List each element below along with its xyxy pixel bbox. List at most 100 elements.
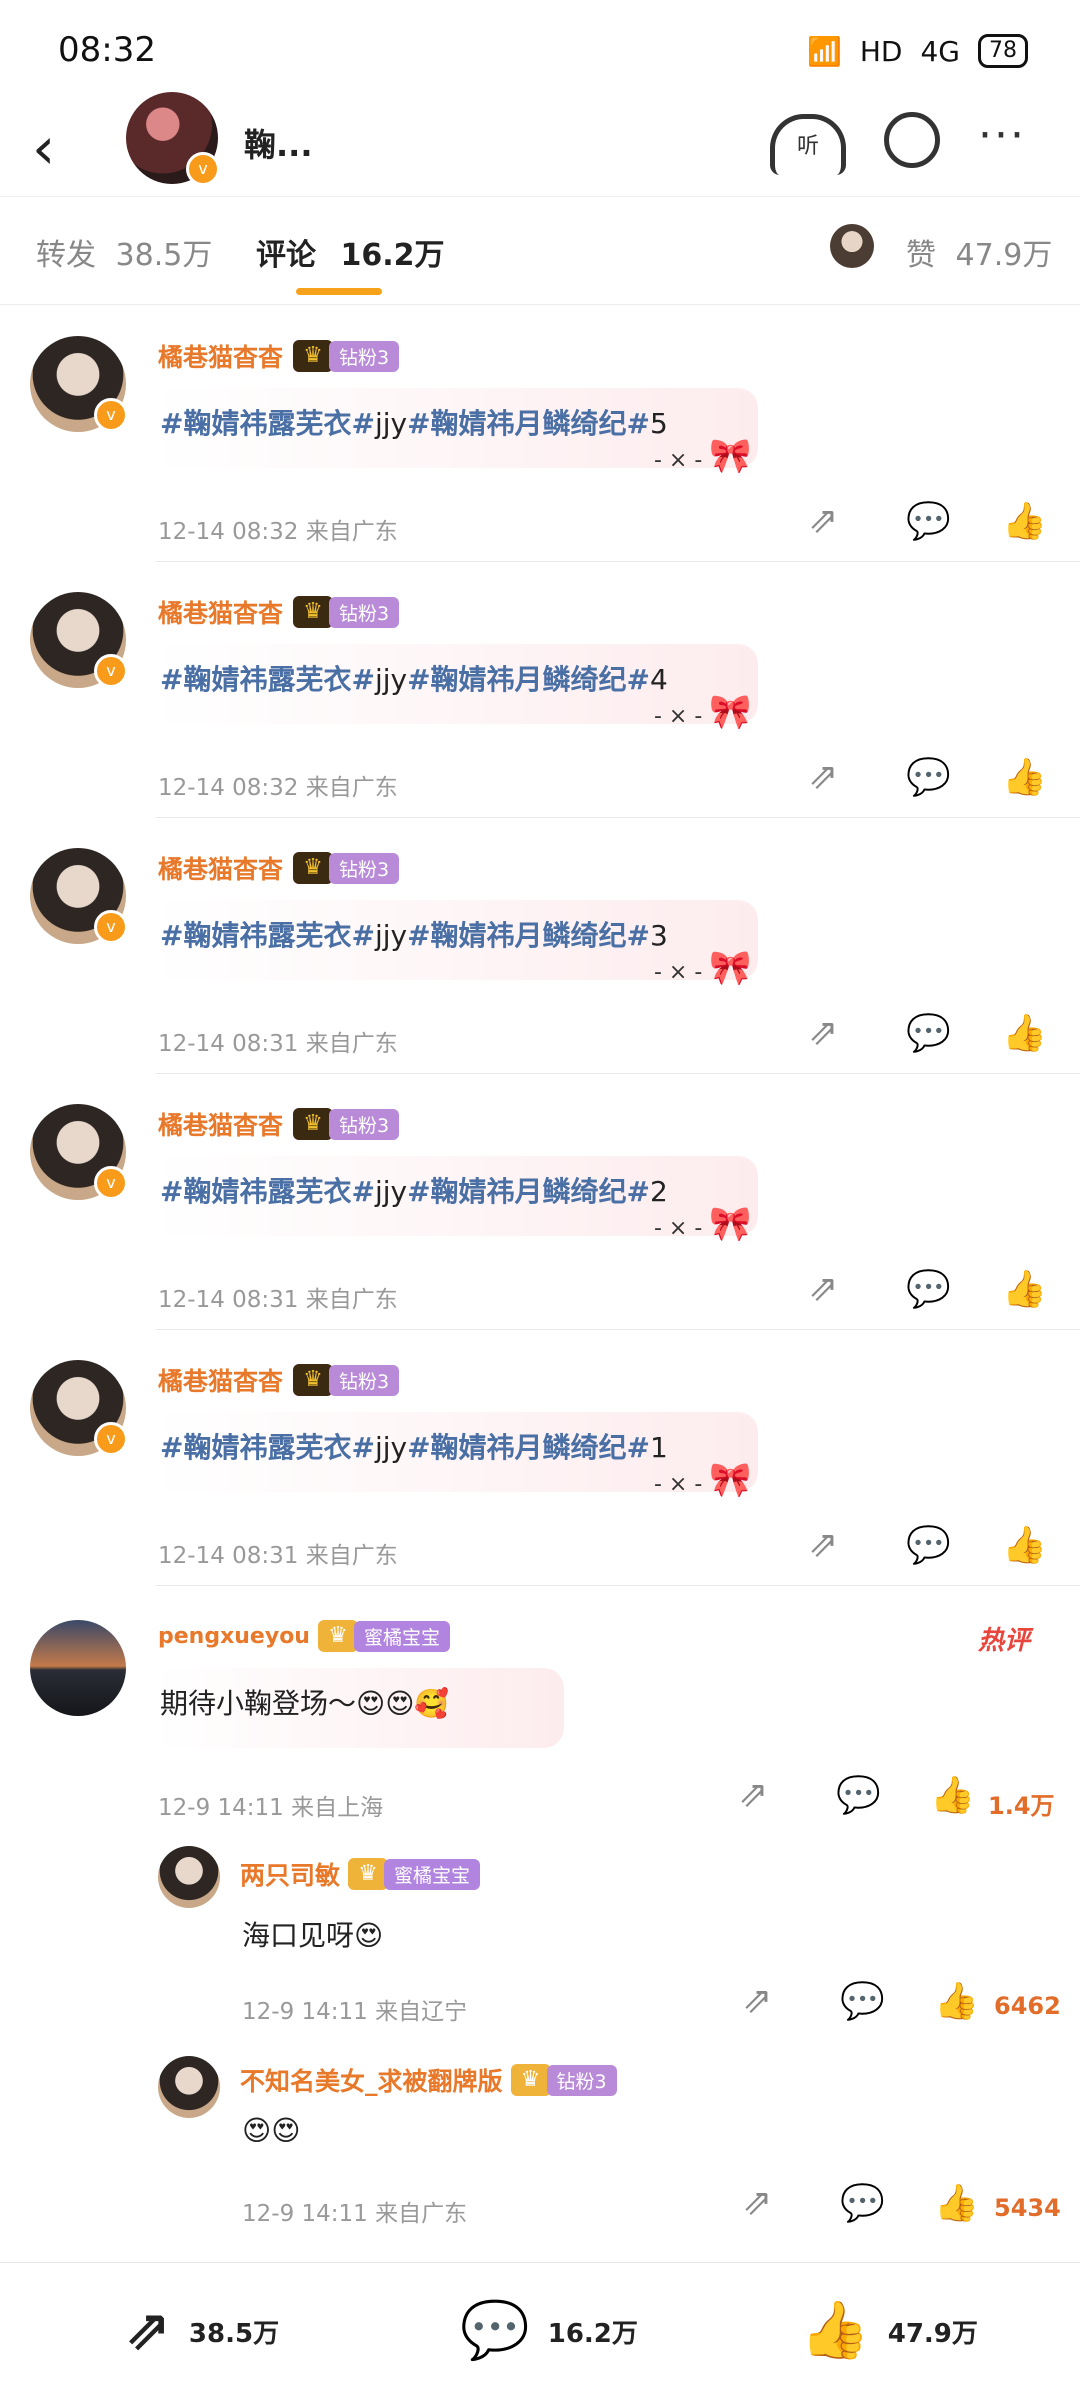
topic-link[interactable]: #鞠婧祎月鳞绮纪#	[407, 1431, 650, 1464]
tab-likes[interactable]: 赞 47.9万	[906, 230, 1052, 274]
reply-icon[interactable]: 💬	[906, 1524, 951, 1566]
reply-icon[interactable]: 💬	[836, 1774, 881, 1816]
reply-icon[interactable]: 💬	[906, 500, 951, 542]
commenter-name[interactable]: 橘巷猫杳杳	[158, 338, 283, 374]
topic-link[interactable]: #鞠婧祎月鳞绮纪#	[407, 919, 650, 952]
repost-icon[interactable]: ⇗	[808, 1268, 838, 1309]
detail-tabs: 转发 38.5万 评论 16.2万 赞 47.9万	[0, 200, 1080, 305]
like-button[interactable]: 👍 47.9万	[800, 2303, 978, 2359]
tab-repost-count: 38.5万	[115, 238, 213, 273]
replier-avatar[interactable]	[158, 2056, 220, 2118]
fan-badge: ♛ 钻粉3	[510, 2064, 617, 2096]
like-count: 6462	[994, 1992, 1061, 2020]
replier-name[interactable]: 不知名美女_求被翻牌版	[240, 2062, 503, 2098]
repost-button[interactable]: ⇗ 38.5万	[124, 2303, 279, 2359]
topic-link[interactable]: #鞠婧祎露芜衣#	[160, 1175, 375, 1208]
tab-repost[interactable]: 转发 38.5万	[36, 230, 212, 274]
like-icon[interactable]: 👍	[1002, 1524, 1047, 1566]
topic-link[interactable]: #鞠婧祎露芜衣#	[160, 663, 375, 696]
fan-badge: ♛ 钻粉3	[293, 1108, 400, 1140]
status-icons: 📶 HD 4G 78	[807, 34, 1028, 68]
hot-comment: pengxueyou ♛ 蜜橘宝宝 热评 期待小鞠登场～😍😍🥰 12-9 14:…	[0, 1590, 1080, 1830]
commenter-avatar[interactable]	[30, 1620, 126, 1716]
tab-comments[interactable]: 评论 16.2万	[256, 230, 444, 274]
fan-badge-label: 钻粉3	[329, 1108, 400, 1140]
topic-link[interactable]: #鞠婧祎月鳞绮纪#	[407, 407, 650, 440]
commenter-name[interactable]: 橘巷猫杳杳	[158, 1106, 283, 1142]
like-icon[interactable]: 👍	[934, 1980, 979, 2022]
like-icon[interactable]: 👍	[934, 2182, 979, 2224]
commenter-name[interactable]: pengxueyou	[158, 1624, 310, 1649]
search-icon[interactable]	[884, 112, 940, 168]
commenter-name[interactable]: 橘巷猫杳杳	[158, 1362, 283, 1398]
replier-avatar[interactable]	[158, 1846, 220, 1908]
repost-icon[interactable]: ⇗	[808, 1524, 838, 1565]
crown-icon: ♛	[293, 1364, 334, 1396]
comment-meta: 12-14 08:31 来自广东	[158, 1287, 398, 1313]
like-icon[interactable]: 👍	[1002, 1268, 1047, 1310]
fan-badge-label: 钻粉3	[329, 596, 400, 628]
like-icon[interactable]: 👍	[1002, 756, 1047, 798]
reply-icon[interactable]: 💬	[906, 1268, 951, 1310]
commenter-name[interactable]: 橘巷猫杳杳	[158, 850, 283, 886]
topic-link[interactable]: #鞠婧祎露芜衣#	[160, 1431, 375, 1464]
comment-item: v 橘巷猫杳杳 ♛ 钻粉3 #鞠婧祎露芜衣#jjy#鞠婧祎月鳞绮纪#4 - × …	[0, 562, 1080, 818]
comment-button[interactable]: 💬 16.2万	[460, 2303, 638, 2359]
like-icon[interactable]: 👍	[930, 1774, 975, 1816]
comment-header: 橘巷猫杳杳 ♛ 钻粉3	[158, 594, 400, 630]
reply-icon[interactable]: 💬	[840, 1980, 885, 2022]
comment-meta: 12-14 08:32 来自广东	[158, 775, 398, 801]
comment-divider	[156, 1585, 1080, 1586]
comment-item: v 橘巷猫杳杳 ♛ 钻粉3 #鞠婧祎露芜衣#jjy#鞠婧祎月鳞绮纪#1 - × …	[0, 1330, 1080, 1586]
reply-text: 😍😍	[242, 2114, 301, 2147]
fan-badge: ♛ 钻粉3	[293, 1364, 400, 1396]
listen-icon[interactable]: 听	[770, 114, 846, 175]
repost-icon[interactable]: ⇗	[742, 2182, 772, 2223]
bubble-decoration: - × - 🎀	[654, 692, 752, 732]
repost-icon[interactable]: ⇗	[808, 500, 838, 541]
topic-link[interactable]: #鞠婧祎露芜衣#	[160, 407, 375, 440]
verified-icon: v	[186, 152, 220, 186]
fan-badge-label: 钻粉3	[329, 852, 400, 884]
comment-icon: 💬	[460, 2298, 530, 2363]
comment-meta: 12-14 08:31 来自广东	[158, 1543, 398, 1569]
bottom-action-bar: ⇗ 38.5万 💬 16.2万 👍 47.9万	[0, 2262, 1080, 2401]
reply-icon[interactable]: 💬	[906, 756, 951, 798]
reply-icon[interactable]: 💬	[840, 2182, 885, 2224]
repost-icon[interactable]: ⇗	[808, 756, 838, 797]
repost-icon[interactable]: ⇗	[738, 1774, 768, 1815]
bubble-decoration: - × - 🎀	[654, 436, 752, 476]
comment-header: 橘巷猫杳杳 ♛ 钻粉3	[158, 1362, 400, 1398]
repost-icon[interactable]: ⇗	[808, 1012, 838, 1053]
comment-meta: 12-14 08:31 来自广东	[158, 1031, 398, 1057]
battery-icon: 78	[978, 34, 1028, 68]
comment-item: v 橘巷猫杳杳 ♛ 钻粉3 #鞠婧祎露芜衣#jjy#鞠婧祎月鳞绮纪#5 - × …	[0, 306, 1080, 562]
like-icon[interactable]: 👍	[1002, 1012, 1047, 1054]
reply-icon[interactable]: 💬	[906, 1012, 951, 1054]
page-title: 鞠...	[244, 126, 313, 164]
bubble-decoration: - × - 🎀	[654, 948, 752, 988]
reply-meta: 12-9 14:11 来自辽宁	[242, 1999, 468, 2025]
crown-icon: ♛	[293, 1108, 334, 1140]
fan-badge-label: 蜜橘宝宝	[384, 1858, 481, 1890]
tab-likes-label: 赞	[906, 238, 936, 273]
reply-header: 两只司敏 ♛ 蜜橘宝宝	[240, 1856, 481, 1892]
wifi-icon: 📶	[806, 34, 842, 68]
comment-header: 橘巷猫杳杳 ♛ 钻粉3	[158, 338, 400, 374]
comment-header: pengxueyou ♛ 蜜橘宝宝	[158, 1620, 450, 1652]
fan-badge: ♛ 蜜橘宝宝	[317, 1620, 450, 1652]
topic-link[interactable]: #鞠婧祎露芜衣#	[160, 919, 375, 952]
share-icon: ⇗	[124, 2298, 171, 2363]
like-icon[interactable]: 👍	[1002, 500, 1047, 542]
comment-mid: jjy	[374, 1431, 408, 1464]
verified-icon: v	[94, 1166, 128, 1200]
more-icon[interactable]: ···	[978, 110, 1026, 161]
repost-icon[interactable]: ⇗	[742, 1980, 772, 2021]
topic-link[interactable]: #鞠婧祎月鳞绮纪#	[407, 1175, 650, 1208]
crown-icon: ♛	[293, 852, 334, 884]
fan-badge-label: 钻粉3	[329, 1364, 400, 1396]
commenter-name[interactable]: 橘巷猫杳杳	[158, 594, 283, 630]
replier-name[interactable]: 两只司敏	[240, 1856, 340, 1892]
topic-link[interactable]: #鞠婧祎月鳞绮纪#	[407, 663, 650, 696]
back-icon[interactable]: ‹	[32, 114, 55, 182]
